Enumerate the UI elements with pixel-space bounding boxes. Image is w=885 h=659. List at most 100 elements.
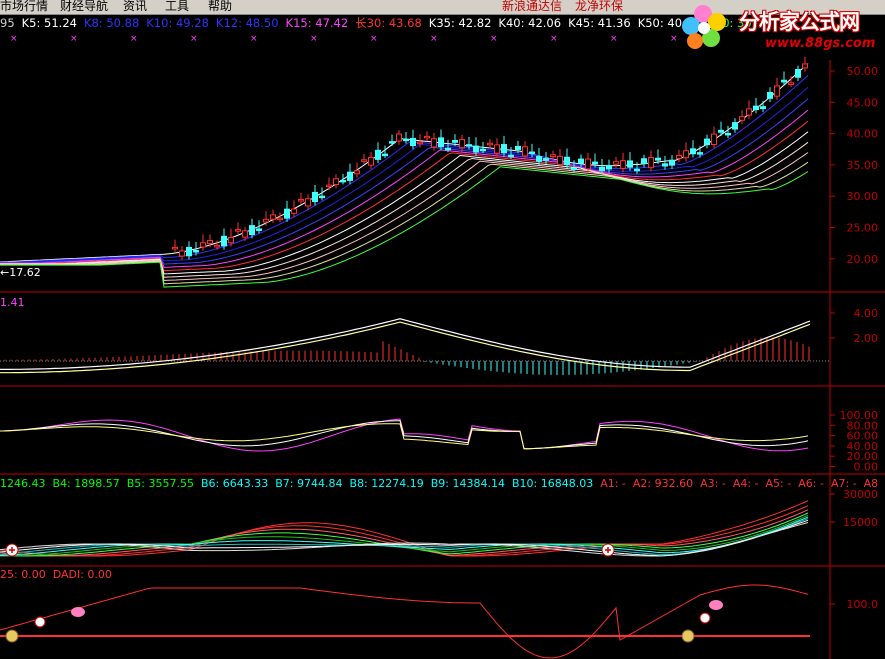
candle-body: [536, 156, 542, 162]
candle-body: [592, 161, 598, 165]
candle-body: [543, 158, 549, 161]
wave-tick-label: 15000: [843, 516, 878, 529]
ma-line: [0, 75, 809, 263]
candle-body: [333, 178, 339, 186]
candle-body: [662, 163, 668, 167]
candle-body: [249, 225, 255, 235]
signal-mark: ×: [10, 34, 18, 44]
candle-body: [382, 153, 388, 157]
candle-body: [480, 148, 486, 152]
candle-body: [466, 144, 472, 147]
signal-mark: ×: [310, 34, 318, 44]
candle-body: [361, 159, 367, 162]
candle-body: [571, 167, 577, 170]
candle-body: [753, 105, 759, 110]
candle-body: [193, 249, 199, 253]
candle-body: [606, 165, 612, 170]
candle-body: [501, 144, 507, 154]
ma-line: [0, 98, 809, 265]
candle-body: [711, 133, 717, 145]
candle-body: [767, 91, 773, 99]
heart-signal-icon: [709, 600, 723, 610]
candle-body: [312, 191, 318, 203]
wave-value-6: B9: 14384.14: [430, 477, 505, 490]
candle-body: [620, 160, 626, 169]
ma-line: [0, 161, 809, 285]
wave-line: [0, 505, 809, 557]
candle-body: [179, 250, 185, 257]
low-price-marker: ←17.62: [0, 266, 41, 279]
macd-label: 1.41: [0, 296, 25, 309]
candle-body: [305, 198, 311, 207]
candle-body: [529, 151, 535, 155]
candle-body: [340, 179, 346, 183]
wave-value-11: A4: -: [732, 477, 759, 490]
candle-body: [375, 149, 381, 160]
dadi-value-0: 25: 0.00: [0, 568, 46, 581]
candle-body: [263, 218, 269, 223]
candle-body: [802, 63, 808, 69]
wave-value-2: B5: 3557.55: [126, 477, 194, 490]
candle-body: [774, 85, 780, 97]
candle-body: [641, 158, 647, 165]
candle-body: [704, 138, 710, 146]
main-tick-label: 35.00: [847, 159, 879, 172]
candle-body: [284, 208, 290, 219]
candle-body: [494, 144, 500, 154]
candle-body: [515, 145, 521, 151]
wave-plot: [0, 500, 809, 557]
candle-body: [319, 195, 325, 199]
candle-body: [669, 159, 675, 166]
kdj-plot: [0, 418, 809, 452]
candle-body: [508, 154, 514, 158]
candle-body: [403, 138, 409, 142]
candle-body: [725, 132, 731, 136]
signal-mark: ×: [550, 34, 558, 44]
signal-mark: ×: [130, 34, 138, 44]
candle-body: [354, 170, 360, 175]
cross-signal-icon: [699, 612, 711, 624]
candle-body: [795, 68, 801, 78]
money-bag-icon: [5, 629, 19, 643]
signal-mark: ×: [370, 34, 378, 44]
candle-body: [214, 244, 220, 248]
candle-body: [424, 135, 430, 139]
candle-body: [368, 156, 374, 166]
wave-value-9: A2: 932.60: [632, 477, 694, 490]
money-bag-icon: [681, 629, 695, 643]
cross-signal-icon: [34, 616, 46, 628]
candle-body: [655, 157, 661, 161]
candle-body: [613, 161, 619, 165]
candle-body: [347, 171, 353, 181]
ma-line: [0, 109, 809, 268]
candle-body: [396, 133, 402, 142]
dadi-value-1: DADI: 0.00: [52, 568, 112, 581]
candle-body: [487, 142, 493, 146]
candle-body: [417, 141, 423, 145]
heart-signal-icon: [71, 607, 85, 617]
signal-mark: ×: [610, 34, 618, 44]
candle-body: [186, 246, 192, 257]
signal-mark: ×: [250, 34, 258, 44]
signal-mark: ×: [670, 34, 678, 44]
dadi-tick-label: 100.0: [847, 598, 879, 611]
candle-body: [634, 168, 640, 172]
candle-body: [627, 160, 633, 168]
dadi-plot: [0, 584, 810, 659]
candle-body: [410, 137, 416, 147]
wave-value-13: A6: -: [798, 477, 824, 490]
macd-plot: [0, 318, 830, 375]
wave-value-0: 1246.43: [0, 477, 46, 490]
axes-labels: 50.00 45.00 40.00 35.00 30.00 25.00 20.00 4.00 2…: [830, 65, 878, 611]
main-tick-label: 40.00: [847, 128, 879, 141]
candle-body: [431, 138, 437, 148]
candle-body: [564, 156, 570, 166]
wave-value-8: A1: -: [600, 477, 626, 490]
candle-body: [732, 122, 738, 130]
main-tick-label: 20.00: [847, 253, 879, 266]
kdj-line: [0, 420, 809, 450]
candle-body: [648, 156, 654, 169]
wave-value-12: A5: -: [765, 477, 792, 490]
kdj-tick-label: 0.00: [854, 461, 879, 474]
candle-body: [172, 246, 178, 250]
